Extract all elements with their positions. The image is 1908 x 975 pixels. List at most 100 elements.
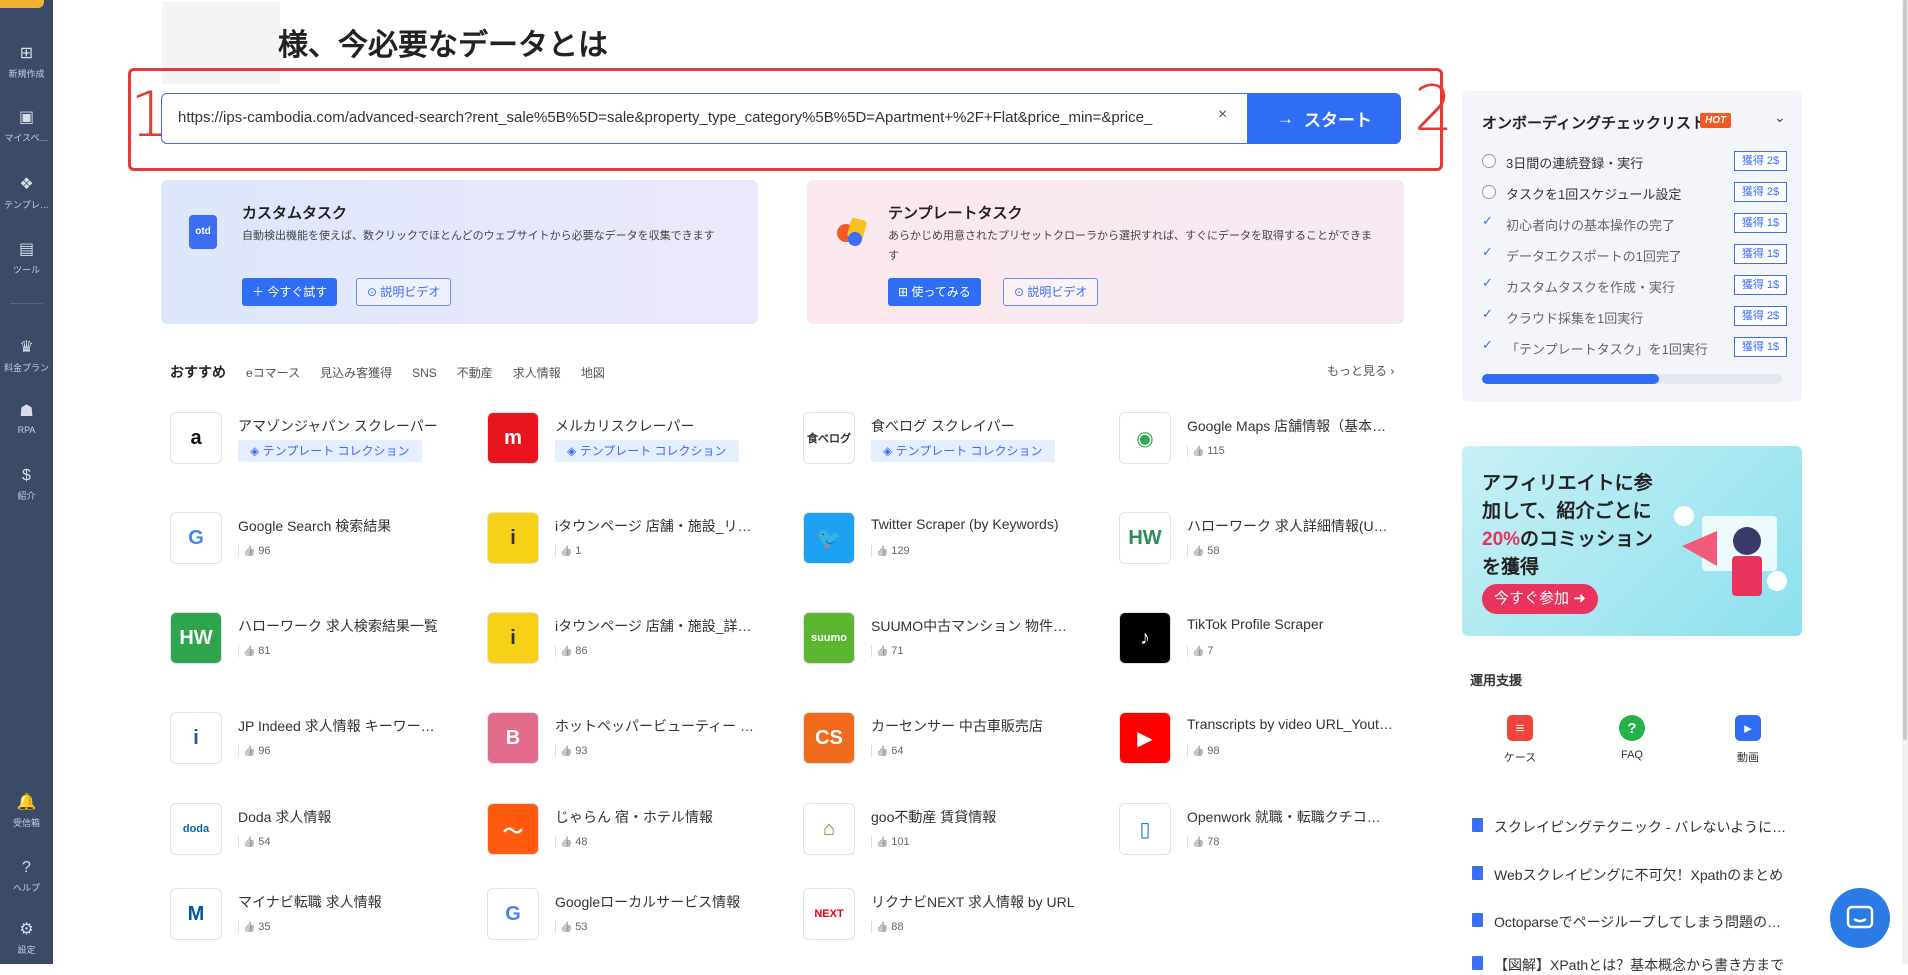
template-logo-icon: ♪ <box>1119 612 1171 664</box>
template-item[interactable]: i iタウンページ 店舗・施設_リ… 👍 1 <box>487 512 787 572</box>
clear-icon[interactable]: × <box>1218 106 1227 124</box>
chat-button[interactable] <box>1830 888 1890 948</box>
sidebar-item-inbox[interactable]: 🔔 受信箱 <box>0 793 53 829</box>
url-input[interactable]: https://ips-cambodia.com/advanced-search… <box>161 93 1248 144</box>
article-link[interactable]: Octoparseでページループしてしまう問題の解… <box>1472 912 1792 932</box>
template-item[interactable]: HW ハローワーク 求人詳細情報(U… 👍 58 <box>1119 512 1419 572</box>
template-name: Doda 求人情報 <box>238 809 332 825</box>
tab-real-estate[interactable]: 不動産 <box>457 364 493 381</box>
reward-badge[interactable]: 獲得 1$ <box>1734 244 1787 264</box>
template-name: リクナビNEXT 求人情報 by URL <box>871 894 1075 910</box>
support-video[interactable]: ▸ 動画 <box>1718 715 1778 765</box>
sidebar-item-rpa[interactable]: ☗ RPA <box>0 402 53 435</box>
scrollbar[interactable] <box>1902 0 1908 964</box>
reward-badge[interactable]: 獲得 1$ <box>1734 213 1787 233</box>
template-task-card[interactable]: テンプレートタスク あらかじめ用意されたプリセットクローラから選択すれば、すぐに… <box>807 180 1404 324</box>
template-item[interactable]: CS カーセンサー 中古車販売店 👍 64 <box>803 712 1103 772</box>
template-logo-icon: B <box>487 712 539 764</box>
template-item[interactable]: G Google Search 検索結果 👍 96 <box>170 512 470 572</box>
template-item[interactable]: 🐦 Twitter Scraper (by Keywords) 👍 129 <box>803 512 1103 572</box>
support-case[interactable]: ≡ ケース <box>1490 715 1550 765</box>
template-item[interactable]: ♪ TikTok Profile Scraper 👍 7 <box>1119 612 1419 672</box>
radio-circle-icon <box>1482 154 1496 168</box>
template-logo-icon: m <box>487 412 539 464</box>
try-now-button[interactable]: ＋ 今すぐ試す <box>242 278 338 306</box>
article-link[interactable]: 【図解】XPathとは？基本概念から書き方まで <box>1472 955 1792 975</box>
template-item[interactable]: doda Doda 求人情報 👍 54 <box>170 803 470 863</box>
custom-task-card[interactable]: otd カスタムタスク 自動検出機能を使えば、数クリックでほとんどのウェブサイト… <box>161 180 758 324</box>
template-name: アマゾンジャパン スクレーパー <box>238 418 438 434</box>
checklist-item[interactable]: ✓ クラウド採集を1回実行 獲得 2$ <box>1482 306 1787 326</box>
video-icon: ▸ <box>1735 715 1761 741</box>
template-item[interactable]: 〜じゃらん 宿・ホテル情報 👍 48 <box>487 803 787 863</box>
sidebar-item-tools[interactable]: ▤ ツール <box>0 240 53 276</box>
template-name: ハローワーク 求人検索結果一覧 <box>238 618 438 634</box>
reward-badge[interactable]: 獲得 1$ <box>1734 275 1787 295</box>
tab-recommended[interactable]: おすすめ <box>170 362 226 382</box>
thumbs-up-icon: 👍 <box>243 922 259 933</box>
affiliate-banner[interactable]: アフィリエイトに参加して、紹介ごとに20%のコミッションを獲得 今すぐ参加 ➜ <box>1462 446 1802 636</box>
template-item[interactable]: m メルカリスクレーパー ◈ テンプレート コレクション <box>487 412 787 472</box>
scrollbar-thumb[interactable] <box>1903 0 1907 740</box>
chevron-down-icon[interactable]: ⌄ <box>1774 109 1786 126</box>
join-now-button[interactable]: 今すぐ参加 ➜ <box>1482 584 1598 614</box>
article-link[interactable]: Webスクレイピングに不可欠！Xpathのまとめ <box>1472 865 1792 885</box>
template-name: JP Indeed 求人情報 キーワー… <box>238 718 435 734</box>
template-item[interactable]: HW ハローワーク 求人検索結果一覧 👍 81 <box>170 612 470 672</box>
template-item[interactable]: M マイナビ転職 求人情報 👍 35 <box>170 888 470 948</box>
checklist-item[interactable]: ✓ 「テンプレートタスク」を1回実行 獲得 1$ <box>1482 337 1787 357</box>
like-count: 👍 81 <box>238 645 270 657</box>
sidebar-item-pricing[interactable]: ♛ 料金プラン <box>0 338 53 374</box>
like-count-value: 129 <box>891 545 910 557</box>
checklist-item[interactable]: 3日間の連続登録・実行 獲得 2$ <box>1482 151 1787 171</box>
banner-line1: アフィリエイトに参加して、紹介ごとに <box>1482 473 1653 522</box>
template-item[interactable]: B ホットペッパービューティー … 👍 93 <box>487 712 787 772</box>
reward-badge[interactable]: 獲得 2$ <box>1734 306 1787 326</box>
use-template-button[interactable]: ⊞ 使ってみる <box>888 278 981 306</box>
tab-jobs[interactable]: 求人情報 <box>513 364 561 381</box>
template-item[interactable]: i iタウンページ 店舗・施設_詳… 👍 86 <box>487 612 787 672</box>
article-link[interactable]: スクレイピングテクニック - バレないように… <box>1472 817 1792 837</box>
sidebar-item-referral[interactable]: $ 紹介 <box>0 466 53 502</box>
tab-ecommerce[interactable]: eコマース <box>246 364 300 381</box>
template-item[interactable]: ◉ Google Maps 店舗情報（基本… 👍 115 <box>1119 412 1419 472</box>
checklist-item[interactable]: ✓ 初心者向けの基本操作の完了 獲得 1$ <box>1482 213 1787 233</box>
checklist-item[interactable]: タスクを1回スケジュール設定 獲得 2$ <box>1482 182 1787 202</box>
template-item[interactable]: NEXT リクナビNEXT 求人情報 by URL 👍 88 <box>803 888 1103 948</box>
template-item[interactable]: ▶ Transcripts by video URL_Yout… 👍 98 <box>1119 712 1419 772</box>
play-circle-icon: ⊙ <box>1014 285 1028 299</box>
tab-sns[interactable]: SNS <box>412 366 437 380</box>
like-count-value: 96 <box>258 745 271 757</box>
sidebar-item-myspace[interactable]: ▣ マイスペ… <box>0 108 53 144</box>
megaphone-illustration <box>1674 506 1787 596</box>
sidebar-item-new[interactable]: ⊞ 新規作成 <box>0 44 53 80</box>
reward-badge[interactable]: 獲得 1$ <box>1734 337 1787 357</box>
sidebar-item-templates[interactable]: ❖ テンプレ… <box>0 175 53 211</box>
collection-tag[interactable]: ◈ テンプレート コレクション <box>238 440 422 462</box>
sidebar-item-help[interactable]: ? ヘルプ <box>0 858 53 894</box>
custom-video-button[interactable]: ⊙ 説明ビデオ <box>356 278 452 306</box>
template-video-button[interactable]: ⊙ 説明ビデオ <box>1003 278 1099 306</box>
more-link[interactable]: もっと見る › <box>1327 362 1394 379</box>
template-item[interactable]: ▯ Openwork 就職・転職クチコ… 👍 78 <box>1119 803 1419 863</box>
tab-lead-generation[interactable]: 見込み客獲得 <box>320 364 392 381</box>
support-faq[interactable]: ? FAQ <box>1602 715 1662 761</box>
checklist-item[interactable]: ✓ データエクスポートの1回完了 獲得 1$ <box>1482 244 1787 264</box>
start-button[interactable]: → スタート <box>1248 93 1401 144</box>
collection-tag[interactable]: ◈ テンプレート コレクション <box>871 440 1055 462</box>
checklist-item[interactable]: ✓ カスタムタスクを作成・実行 獲得 1$ <box>1482 275 1787 295</box>
reward-badge[interactable]: 獲得 2$ <box>1734 151 1787 171</box>
sidebar-item-label: 新規作成 <box>8 69 45 79</box>
template-item[interactable]: a アマゾンジャパン スクレーパー ◈ テンプレート コレクション <box>170 412 470 472</box>
tab-maps[interactable]: 地図 <box>581 364 605 381</box>
template-item[interactable]: suumo SUUMO中古マンション 物件… 👍 71 <box>803 612 1103 672</box>
collection-tag[interactable]: ◈ テンプレート コレクション <box>555 440 739 462</box>
template-item[interactable]: G Googleローカルサービス情報 👍 53 <box>487 888 787 948</box>
template-item[interactable]: ⌂ goo不動産 賃貸情報 👍 101 <box>803 803 1103 863</box>
reward-badge[interactable]: 獲得 2$ <box>1734 182 1787 202</box>
template-item[interactable]: 食べログ 食べログ スクレイパー ◈ テンプレート コレクション <box>803 412 1103 472</box>
template-name: 食べログ スクレイパー <box>871 418 1015 434</box>
template-item[interactable]: i JP Indeed 求人情報 キーワー… 👍 96 <box>170 712 470 772</box>
sidebar-item-settings[interactable]: ⚙ 設定 <box>0 920 53 956</box>
like-count-value: 54 <box>258 836 271 848</box>
